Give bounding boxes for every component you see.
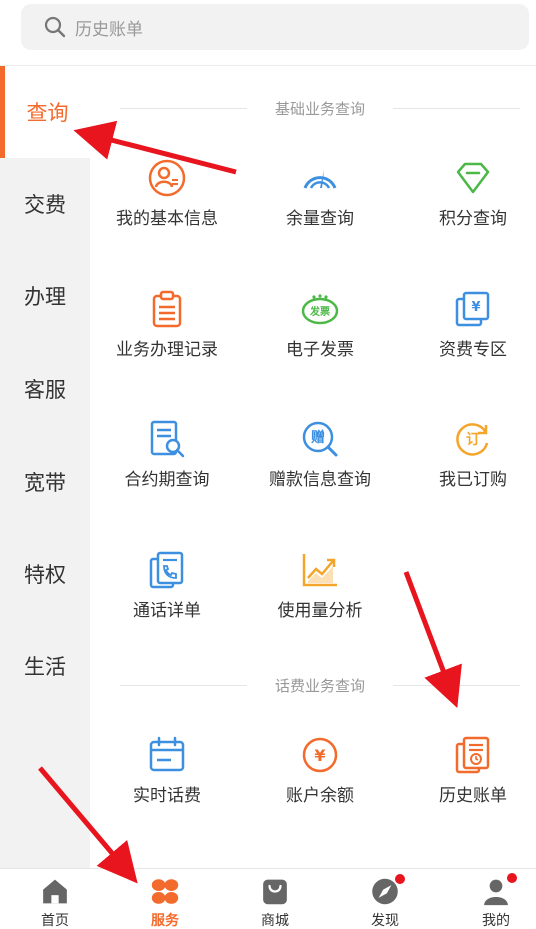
calendar-icon (149, 736, 185, 772)
tile-remaining[interactable]: 余量查询 (245, 158, 395, 248)
category-sidebar: 查询 交费 办理 客服 宽带 特权 生活 (0, 66, 90, 868)
sidebar-item-label: 特权 (24, 563, 66, 587)
discover-badge (394, 873, 406, 885)
sidebar-item-customer-service[interactable]: 客服 (0, 343, 90, 435)
tile-tariff-zone[interactable]: ¥ 资费专区 (398, 289, 536, 379)
mine-badge (506, 872, 518, 884)
sidebar-item-label: 生活 (24, 655, 66, 679)
sidebar-item-query[interactable]: 查询 (0, 66, 90, 158)
gift-icon-text: 赠 (311, 429, 325, 446)
section-title-fee: 话费业务查询 (120, 675, 521, 695)
sidebar-item-label: 客服 (24, 378, 66, 402)
bag-icon (263, 879, 287, 905)
subscribed-icon: 订 (456, 423, 489, 456)
sidebar-item-label: 宽带 (24, 471, 66, 495)
tile-label: 电子发票 (286, 340, 354, 360)
tab-mine[interactable]: 我的 (441, 869, 536, 929)
usage-chart-icon (302, 554, 337, 587)
sidebar-item-life[interactable]: 生活 (0, 620, 90, 712)
bottom-tab-bar: 首页 服务 商城 发现 我的 (0, 868, 536, 929)
invoice-icon-text: 发票 (309, 305, 330, 318)
search-bar[interactable]: 历史账单 (21, 4, 529, 50)
tile-label: 我已订购 (439, 470, 507, 490)
section-title-basic: 基础业务查询 (120, 98, 521, 118)
tile-label: 历史账单 (439, 786, 507, 806)
tile-label: 余量查询 (286, 209, 354, 229)
tile-label: 实时话费 (133, 786, 201, 806)
sidebar-item-handle[interactable]: 办理 (0, 250, 90, 342)
section-title-text: 话费业务查询 (275, 676, 366, 695)
tab-mall[interactable]: 商城 (220, 869, 330, 929)
tile-label: 合约期查询 (124, 470, 210, 490)
tile-business-records[interactable]: 业务办理记录 (92, 289, 242, 379)
tile-contract-period[interactable]: 合约期查询 (92, 419, 242, 509)
tariff-icon-text: ¥ (471, 300, 480, 315)
gauge-icon (303, 170, 337, 189)
main-content: 基础业务查询 我的基本信息 余量查询 积分查询 业务办理记录 发票 电子发票 ¥… (90, 66, 536, 868)
search-icon (44, 16, 66, 38)
tab-label: 我的 (482, 913, 510, 929)
tile-label: 我的基本信息 (116, 209, 218, 229)
tab-discover[interactable]: 发现 (330, 869, 440, 929)
home-icon (43, 879, 67, 904)
contract-search-icon (150, 420, 185, 458)
tab-service[interactable]: 服务 (110, 869, 220, 929)
search-header: 历史账单 (0, 0, 536, 66)
sidebar-item-label: 办理 (24, 285, 66, 309)
history-bill-icon (455, 736, 490, 774)
tile-label: 赠款信息查询 (269, 470, 371, 490)
tile-gift-info[interactable]: 赠 赠款信息查询 (245, 419, 395, 509)
tile-label: 通话详单 (133, 601, 201, 621)
section-title-text: 基础业务查询 (275, 99, 366, 118)
tile-call-details[interactable]: 通话详单 (92, 550, 242, 640)
user-info-icon (148, 159, 186, 197)
clipboard-icon (152, 290, 182, 328)
tab-home[interactable]: 首页 (0, 869, 110, 929)
tile-account-balance[interactable]: ¥ 账户余额 (245, 735, 395, 825)
diamond-icon (456, 162, 490, 194)
tile-history-bill[interactable]: 历史账单 (398, 735, 536, 825)
tile-label: 积分查询 (439, 209, 507, 229)
subscribed-icon-text: 订 (466, 431, 480, 448)
sidebar-item-privilege[interactable]: 特权 (0, 528, 90, 620)
tab-label: 商城 (261, 913, 289, 929)
invoice-icon: 发票 (301, 294, 339, 325)
sidebar-item-label: 查询 (26, 101, 69, 125)
tile-label: 资费专区 (439, 340, 507, 360)
service-icon (151, 879, 179, 904)
tariff-icon: ¥ (455, 291, 490, 327)
tile-label: 账户余额 (286, 786, 354, 806)
sidebar-item-label: 交费 (24, 193, 66, 217)
balance-icon: ¥ (302, 737, 338, 773)
sidebar-item-broadband[interactable]: 宽带 (0, 436, 90, 528)
search-placeholder: 历史账单 (75, 19, 143, 40)
sidebar-item-payment[interactable]: 交费 (0, 158, 90, 250)
tile-basic-info[interactable]: 我的基本信息 (92, 158, 242, 248)
tile-points[interactable]: 积分查询 (398, 158, 536, 248)
balance-icon-text: ¥ (314, 746, 325, 765)
tile-realtime-fee[interactable]: 实时话费 (92, 735, 242, 825)
tab-label: 发现 (371, 913, 399, 929)
tile-usage-analysis[interactable]: 使用量分析 (245, 550, 395, 640)
tile-label: 使用量分析 (277, 601, 363, 621)
call-detail-icon (149, 551, 184, 589)
service-page: 历史账单 查询 交费 办理 客服 宽带 特权 生活 基础业务查询 我的基本信息 (0, 0, 536, 929)
tab-label: 首页 (41, 913, 69, 929)
gift-search-icon: 赠 (302, 421, 338, 457)
tile-subscribed[interactable]: 订 我已订购 (398, 419, 536, 509)
tab-label: 服务 (151, 913, 179, 929)
tile-label: 业务办理记录 (116, 340, 218, 360)
tile-e-invoice[interactable]: 发票 电子发票 (245, 289, 395, 379)
